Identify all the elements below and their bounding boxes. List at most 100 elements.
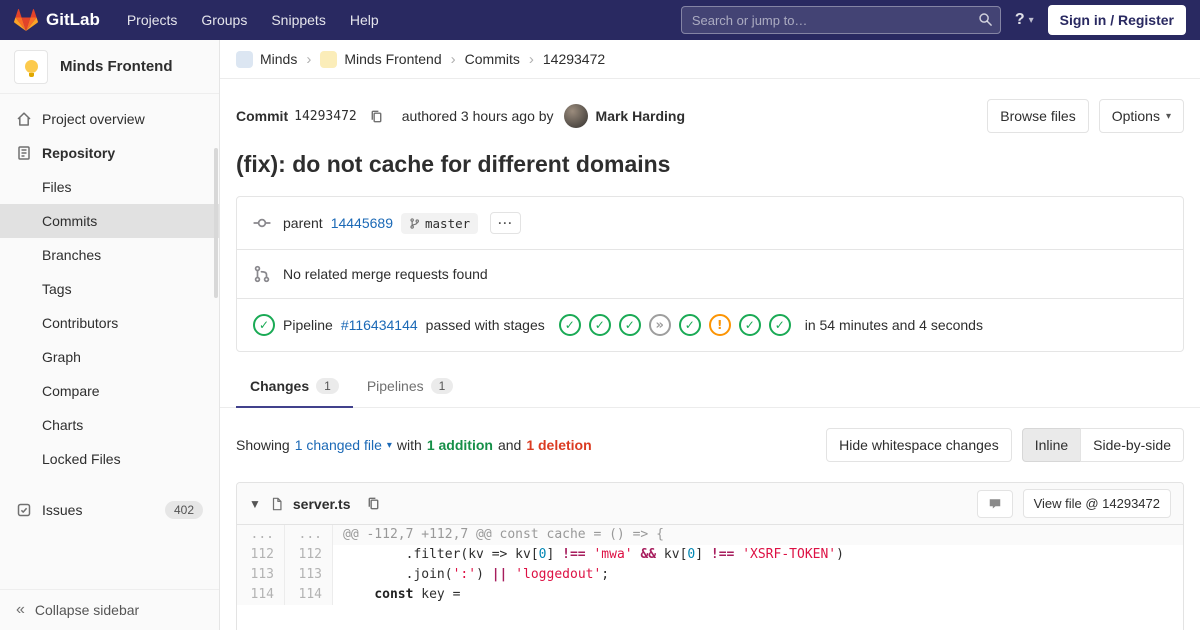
new-line-number[interactable]: ... [285,525,333,545]
code-line: .join(':') || 'loggedout'; [343,567,610,582]
collapse-file-caret-icon[interactable]: ▼ [249,497,261,511]
old-line-number[interactable]: 113 [237,565,285,585]
breadcrumb-separator: › [450,50,456,68]
search-icon [978,12,993,27]
inline-view-button[interactable]: Inline [1021,428,1082,462]
stage-passed-icon[interactable]: ✓ [738,314,761,336]
old-line-number[interactable]: ... [237,525,285,545]
nav-menu-item-snippets[interactable]: Snippets [260,6,336,34]
sidebar-item-tags[interactable]: Tags [0,272,219,306]
navbar-right: ? ▾ Sign in / Register [680,5,1186,35]
sidebar-scrollbar[interactable] [214,148,218,298]
sidebar-item-project-overview[interactable]: Project overview [0,102,219,136]
author-name-link[interactable]: Mark Harding [596,108,685,124]
chevron-down-icon: ▾ [1028,14,1034,26]
expand-refs-button[interactable]: ··· [490,212,522,234]
copy-icon [368,497,378,510]
side-by-side-view-button[interactable]: Side-by-side [1080,428,1184,462]
changed-files-dropdown[interactable]: 1 changed file ▾ [295,437,392,453]
commit-info-box: parent 14445689 master ··· No related me… [236,196,1184,352]
issues-icon [16,502,32,518]
tab-pipelines[interactable]: Pipelines 1 [353,366,468,408]
nav-menu: Projects Groups Snippets Help [116,6,390,34]
project-name: Minds Frontend [60,58,173,75]
project-context-header[interactable]: Minds Frontend [0,40,219,94]
branch-badge[interactable]: master [401,212,479,234]
stage-passed-icon[interactable]: ✓ [558,314,581,336]
sidebar-item-contributors[interactable]: Contributors [0,306,219,340]
tab-label: Changes [250,378,310,394]
old-line-number[interactable]: 112 [237,545,285,565]
diff-file-actions: View file @ 14293472 [976,489,1171,518]
tabs: Changes 1 Pipelines 1 [220,366,1200,408]
pipeline-row: ✓ Pipeline #116434144 passed with stages… [237,298,1183,351]
old-line-number[interactable]: 114 [237,585,285,605]
new-line-number[interactable]: 114 [285,585,333,605]
issues-count-badge: 402 [164,501,203,519]
toggle-comments-button[interactable] [976,489,1013,518]
diff-line-row: 112 112 .filter(kv => kv[0] !== 'mwa' && … [237,545,1183,565]
breadcrumb-item-commits[interactable]: Commits [465,51,520,67]
diff-summary-row: Showing 1 changed file ▾ with 1 addition… [220,408,1200,482]
breadcrumb-label: Minds [260,51,298,67]
breadcrumb-item-14293472[interactable]: 14293472 [543,51,605,67]
new-line-number[interactable]: 113 [285,565,333,585]
stage-passed-icon[interactable]: ✓ [678,314,701,336]
stage-passed-icon[interactable]: ✓ [768,314,791,336]
breadcrumb-item-minds-frontend[interactable]: Minds Frontend [320,50,442,68]
sidebar-item-commits[interactable]: Commits [0,204,219,238]
collapse-label: Collapse sidebar [34,602,140,618]
sign-in-button[interactable]: Sign in / Register [1047,5,1186,35]
diff-table: ...... @@ -112,7 +112,7 @@ const cache = … [237,525,1183,630]
copy-sha-button[interactable] [369,109,384,124]
sidebar-item-label: Issues [42,502,83,518]
help-menu[interactable]: ? ▾ [1015,11,1034,29]
commit-label: Commit [236,108,289,124]
stage-passed-icon[interactable]: ✓ [618,314,641,336]
sidebar-item-branches[interactable]: Branches [0,238,219,272]
sidebar-item-charts[interactable]: Charts [0,408,219,442]
hide-whitespace-button[interactable]: Hide whitespace changes [826,428,1012,462]
sidebar-nav: Project overview Repository Files Commits… [0,94,219,528]
help-icon: ? [1014,11,1025,28]
sidebar-item-locked-files[interactable]: Locked Files [0,442,219,476]
commit-actions: Browse files Options ▾ [987,99,1184,133]
author-avatar[interactable] [563,104,588,128]
gitlab-logo-icon [14,8,38,32]
sidebar-item-graph[interactable]: Graph [0,340,219,374]
stage-passed-icon[interactable]: ✓ [588,314,611,336]
additions-count: 1 addition [426,437,493,453]
sidebar-item-repository[interactable]: Repository [0,136,219,170]
new-line-number[interactable]: 112 [285,545,333,565]
sidebar-item-compare[interactable]: Compare [0,374,219,408]
commit-title: (fix): do not cache for different domain… [236,151,671,177]
view-file-button[interactable]: View file @ 14293472 [1022,489,1171,518]
pipeline-mini-graph: ✓ ✓ ✓ » ✓! ✓ ✓ [558,314,791,336]
pipeline-status-passed-icon[interactable]: ✓ [253,314,275,336]
and-text: and [497,437,522,453]
stage-warning-icon[interactable]: ! [708,314,731,336]
parent-sha-link[interactable]: 14445689 [331,215,393,231]
nav-menu-item-help[interactable]: Help [339,6,390,34]
sidebar-item-issues[interactable]: Issues 402 [0,492,219,528]
gitlab-home-link[interactable]: GitLab [14,8,100,32]
nav-menu-item-groups[interactable]: Groups [190,6,258,34]
diff-hunk-row: ...... @@ -112,7 +112,7 @@ const cache = … [237,525,1183,545]
breadcrumb-item-minds[interactable]: Minds [236,50,298,68]
diff-file-header: ▼ server.ts View file @ 14293472 [237,483,1183,525]
collapse-sidebar-button[interactable]: « Collapse sidebar [0,589,219,630]
options-dropdown-button[interactable]: Options ▾ [1098,99,1184,133]
nav-menu-item-projects[interactable]: Projects [116,6,189,34]
breadcrumb-avatar [236,50,253,68]
copy-file-path-button[interactable] [366,496,381,511]
tab-changes[interactable]: Changes 1 [236,366,353,408]
copy-icon [371,110,382,122]
search-input[interactable] [680,6,1001,34]
browse-files-button[interactable]: Browse files [987,99,1089,133]
tab-count-badge: 1 [430,378,454,394]
pipeline-link[interactable]: #116434144 [341,317,418,333]
stage-skipped-icon[interactable]: » [648,314,671,336]
sidebar-item-files[interactable]: Files [0,170,219,204]
changed-files-label: 1 changed file [294,437,382,453]
breadcrumb-label: Minds Frontend [344,51,442,67]
